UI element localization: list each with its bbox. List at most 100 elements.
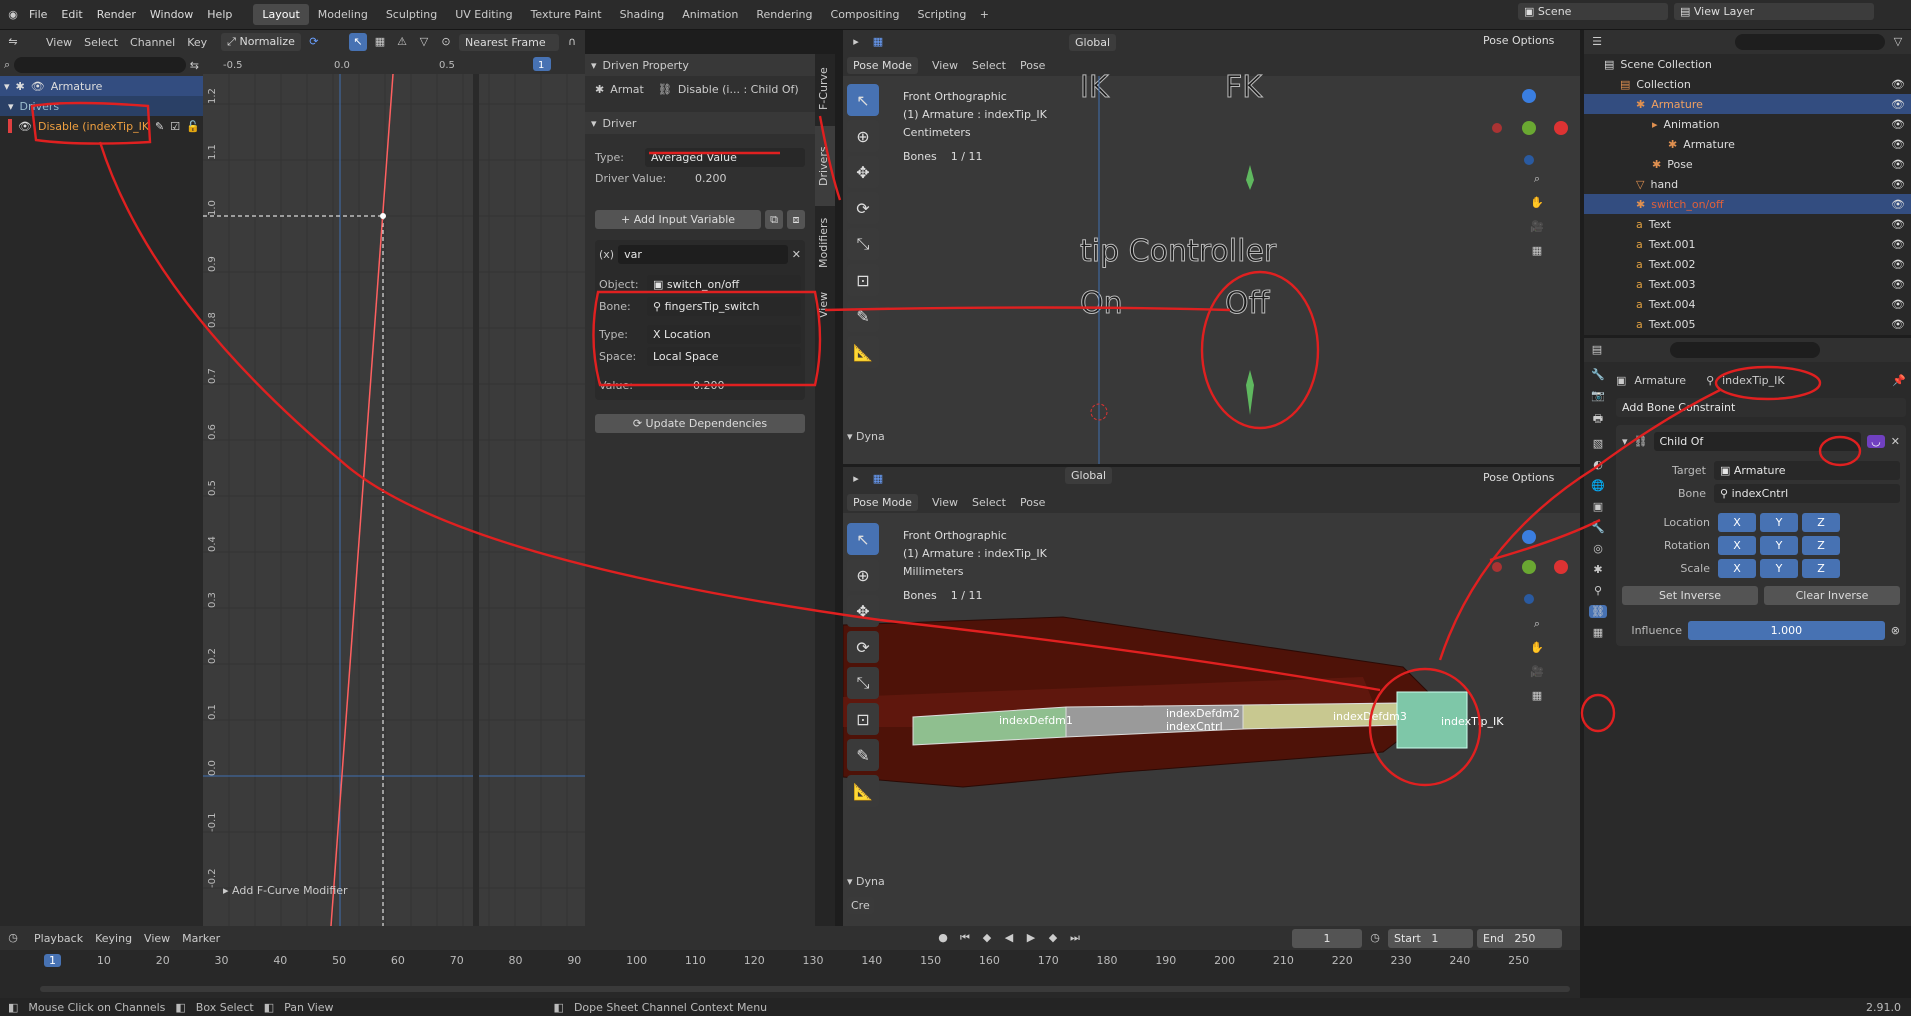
driver-section-header[interactable]: ▾ Driver <box>585 112 815 134</box>
rot-z-toggle[interactable]: Z <box>1802 536 1840 555</box>
tab-shading[interactable]: Shading <box>611 4 674 25</box>
scene-collection-row[interactable]: ▤ Scene Collection <box>1584 54 1911 74</box>
menu-window[interactable]: Window <box>143 8 200 21</box>
rotate-tool-icon[interactable]: ⟳ <box>847 631 879 663</box>
clear-inverse-button[interactable]: Clear Inverse <box>1764 586 1900 605</box>
visibility-icon[interactable]: 👁 <box>1891 218 1905 231</box>
tab-uv-editing[interactable]: UV Editing <box>446 4 521 25</box>
zoom-icon[interactable]: ⌕ <box>1528 170 1546 188</box>
copy-vars-button[interactable]: ⧉ <box>765 210 783 229</box>
constraint-name-input[interactable]: Child Of <box>1653 431 1862 451</box>
bone-tab-icon[interactable]: ⚲ <box>1594 584 1602 597</box>
menu-view[interactable]: View <box>144 932 170 945</box>
physics-tab-icon[interactable]: ◎ <box>1593 542 1603 555</box>
navigation-gizmo-bottom[interactable]: ⌕ ✋ 🎥 ▦ <box>1528 615 1546 705</box>
move-tool-icon[interactable]: ✥ <box>847 595 879 627</box>
end-frame-field[interactable]: End 250 <box>1477 928 1562 948</box>
curve-point[interactable] <box>380 213 386 219</box>
visibility-icon[interactable]: 👁 <box>1891 138 1905 151</box>
pivot-icon[interactable]: ⊙ <box>437 33 455 51</box>
object-tab-icon[interactable]: ▣ <box>1593 500 1603 513</box>
subtarget-field[interactable]: ⚲ indexCntrl <box>1714 484 1900 503</box>
view-layer-selector[interactable]: ▤ View Layer <box>1674 3 1874 20</box>
cursor-tool-icon[interactable]: ⊕ <box>847 559 879 591</box>
interpolation-dropdown[interactable]: Nearest Frame <box>459 33 559 51</box>
swap-icon[interactable]: ⇆ <box>190 59 199 72</box>
create-button[interactable]: Cre <box>847 897 874 914</box>
influence-slider[interactable]: 1.000 <box>1688 621 1885 640</box>
properties-editor-icon[interactable]: ▤ <box>1588 341 1606 359</box>
graph-scrollbar[interactable] <box>473 74 479 926</box>
mute-checkbox[interactable]: ☑ <box>170 120 180 133</box>
outliner-item[interactable]: ▽ hand 👁 <box>1584 174 1911 194</box>
grid-icon[interactable]: ▦ <box>1528 242 1546 260</box>
loc-x-toggle[interactable]: X <box>1718 513 1756 532</box>
space-dropdown[interactable]: Local Space <box>647 346 801 366</box>
fk-bone[interactable] <box>1246 165 1254 190</box>
visibility-icon[interactable]: 👁 <box>1891 278 1905 291</box>
sidebar-tab-drivers[interactable]: Drivers <box>815 126 835 206</box>
object-field[interactable]: ▣ switch_on/off <box>647 274 801 294</box>
measure-tool-icon[interactable]: 📐 <box>847 775 879 807</box>
outliner-item[interactable]: ✱ switch_on/off 👁 <box>1584 194 1911 214</box>
switch-bone[interactable] <box>1246 370 1254 415</box>
pan-icon[interactable]: ✋ <box>1528 194 1546 212</box>
target-field[interactable]: ▣ Armature <box>1714 461 1900 480</box>
outliner-item[interactable]: ▸ Animation 👁 <box>1584 114 1911 134</box>
scale-z-toggle[interactable]: Z <box>1802 559 1840 578</box>
camera-icon[interactable]: 🎥 <box>1528 663 1546 681</box>
outliner-item[interactable]: ✱ Armature 👁 <box>1584 134 1911 154</box>
expand-icon[interactable]: ▾ <box>4 80 10 93</box>
record-icon[interactable]: ● <box>934 929 952 947</box>
collapse-icon[interactable]: ▾ <box>1622 435 1628 448</box>
start-frame-field[interactable]: Start 1 <box>1388 928 1473 948</box>
scale-y-toggle[interactable]: Y <box>1760 559 1798 578</box>
tab-sculpting[interactable]: Sculpting <box>377 4 446 25</box>
add-fcurve-modifier[interactable]: ▸ Add F-Curve Modifier <box>223 884 348 897</box>
filter-icon[interactable]: ▽ <box>415 33 433 51</box>
rot-y-toggle[interactable]: Y <box>1760 536 1798 555</box>
menu-render[interactable]: Render <box>90 8 143 21</box>
lock-icon[interactable]: 🔓 <box>186 120 200 133</box>
visibility-icon[interactable]: 👁 <box>1891 318 1905 331</box>
render-tab-icon[interactable]: 📷 <box>1591 389 1605 402</box>
transform-type-dropdown[interactable]: X Location <box>647 324 801 344</box>
driven-property-header[interactable]: ▾ Driven Property <box>585 54 815 76</box>
tab-animation[interactable]: Animation <box>673 4 747 25</box>
play-reverse-icon[interactable]: ◀ <box>1000 929 1018 947</box>
scene-tab-icon[interactable]: ◐ <box>1593 458 1603 471</box>
modifiers-tab-icon[interactable]: 🔧 <box>1591 521 1605 534</box>
channel-fcurve[interactable]: 👁 Disable (indexTip_IK ✎ ☑ 🔓 <box>0 116 203 136</box>
next-key-icon[interactable]: ◆ <box>1044 929 1062 947</box>
set-inverse-button[interactable]: Set Inverse <box>1622 586 1758 605</box>
menu-channel[interactable]: Channel <box>130 36 175 49</box>
visibility-icon[interactable]: 👁 <box>1891 158 1905 171</box>
world-tab-icon[interactable]: 🌐 <box>1591 479 1605 492</box>
visibility-icon[interactable]: 👁 <box>1891 198 1905 211</box>
tool-tab-icon[interactable]: 🔧 <box>1591 368 1605 381</box>
play-icon[interactable]: ▶ <box>1022 929 1040 947</box>
filter-icon[interactable]: ▽ <box>1889 33 1907 51</box>
loc-y-toggle[interactable]: Y <box>1760 513 1798 532</box>
ghost-icon[interactable]: ▦ <box>371 33 389 51</box>
expand-icon[interactable]: ▾ <box>8 100 14 113</box>
warning-icon[interactable]: ⚠ <box>393 33 411 51</box>
enable-toggle-icon[interactable]: ◡ <box>1867 434 1885 448</box>
editor-type-icon[interactable]: ⇋ <box>4 33 22 51</box>
menu-help[interactable]: Help <box>200 8 239 21</box>
menu-playback[interactable]: Playback <box>34 932 83 945</box>
navigation-gizmo-top[interactable]: ⌕ ✋ 🎥 ▦ <box>1528 170 1546 260</box>
sidebar-tab-modifiers[interactable]: Modifiers <box>815 208 835 278</box>
paste-vars-button[interactable]: ⧈ <box>787 210 805 229</box>
driver-type-dropdown[interactable]: Averaged Value <box>645 147 805 167</box>
add-workspace-icon[interactable]: + <box>975 6 993 24</box>
visibility-icon[interactable]: 👁 <box>1891 298 1905 311</box>
outliner-item[interactable]: a Text.001 👁 <box>1584 234 1911 254</box>
viewport-top[interactable]: ▸ ▦ Pose Mode View Select Pose Global Pose… <box>843 30 1580 464</box>
properties-search[interactable] <box>1670 342 1820 358</box>
visibility-icon[interactable]: 👁 <box>18 120 32 133</box>
pin-icon[interactable]: 📌 <box>1892 374 1906 387</box>
channel-armature[interactable]: ▾ ✱ 👁 Armature <box>0 76 203 96</box>
visibility-icon[interactable]: 👁 <box>1891 78 1905 91</box>
graph-ruler[interactable] <box>203 54 585 74</box>
